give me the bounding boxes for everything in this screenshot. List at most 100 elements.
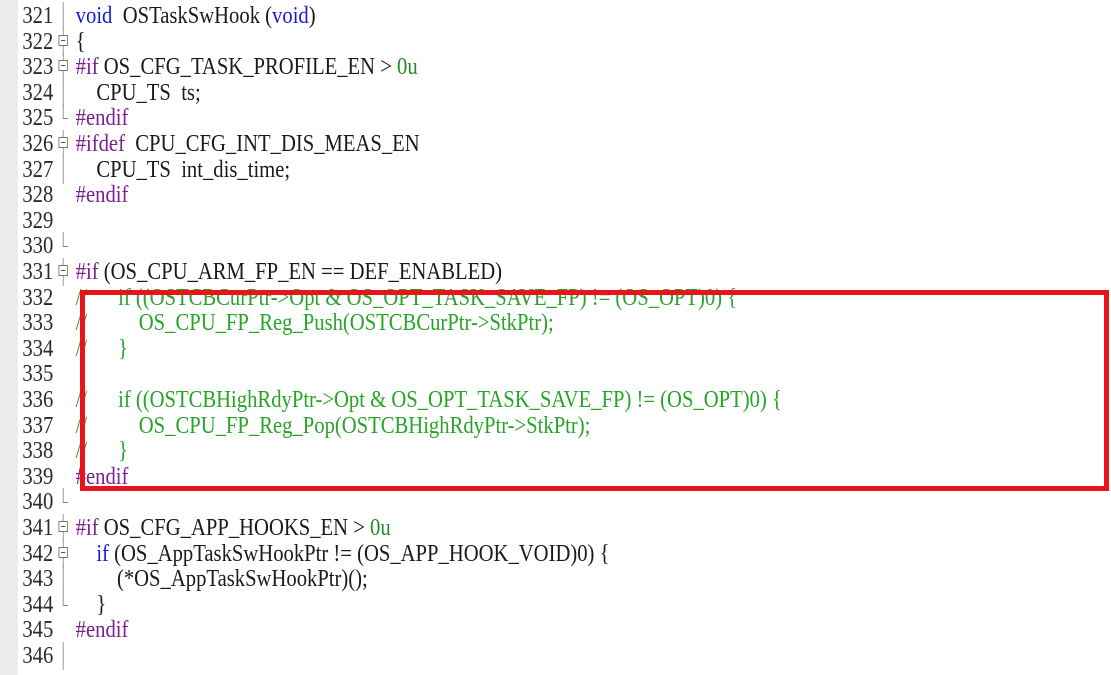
fold-guide bbox=[57, 590, 74, 619]
fold-toggle-icon[interactable] bbox=[57, 539, 74, 568]
line-number: 341 bbox=[22, 515, 54, 541]
code-text: // OS_CPU_FP_Reg_Push(OSTCBCurPtr->StkPt… bbox=[76, 309, 554, 337]
code-editor[interactable]: 321 void OSTaskSwHook (void) 322 {323 #if OS… bbox=[0, 0, 1111, 675]
line-number: 343 bbox=[22, 566, 54, 593]
code-line[interactable]: 332 // if ((OSTCBCurPtr->Opt & OS_OPT_TAS… bbox=[0, 284, 955, 312]
line-number: 345 bbox=[22, 617, 54, 644]
code-token: OSTaskSwHook bbox=[112, 3, 266, 29]
code-text: #endif bbox=[76, 104, 129, 132]
line-number: 333 bbox=[22, 310, 54, 337]
code-text: // } bbox=[76, 437, 128, 465]
code-token: (OS_AppTaskSwHookPtr != (OS_APP_HOOK_VOI… bbox=[108, 540, 610, 567]
line-number: 332 bbox=[22, 284, 54, 311]
code-token: // OS_CPU_FP_Reg_Pop(OSTCBHighRdyPtr->St… bbox=[75, 412, 591, 439]
code-line[interactable]: 346 bbox=[0, 642, 955, 670]
code-token: #ifdef bbox=[75, 131, 125, 157]
code-line[interactable]: 344 } bbox=[0, 590, 955, 619]
code-line[interactable]: 337 // OS_CPU_FP_Reg_Pop(OSTCBHighRdyPtr-… bbox=[0, 412, 955, 440]
code-text: if (OS_AppTaskSwHookPtr != (OS_APP_HOOK_… bbox=[76, 540, 610, 568]
code-token: 0u bbox=[397, 54, 418, 81]
fold-toggle-icon[interactable] bbox=[57, 53, 74, 82]
code-token: CPU_TS ts; bbox=[75, 79, 201, 106]
line-number: 323 bbox=[22, 54, 54, 81]
fold-guide bbox=[57, 104, 74, 132]
code-token: void bbox=[75, 3, 113, 29]
code-token: OS_CFG_TASK_PROFILE_EN > bbox=[98, 54, 398, 81]
fold-guide bbox=[57, 309, 74, 337]
code-line[interactable]: 333 // OS_CPU_FP_Reg_Push(OSTCBCurPtr->St… bbox=[0, 309, 955, 337]
code-line[interactable]: 335 bbox=[0, 360, 955, 388]
line-number: 338 bbox=[22, 438, 54, 465]
code-line[interactable]: 327 CPU_TS int_dis_time; bbox=[0, 155, 955, 184]
fold-toggle-icon[interactable] bbox=[57, 130, 74, 158]
fold-toggle-icon[interactable] bbox=[57, 27, 74, 56]
fold-toggle-icon[interactable] bbox=[57, 258, 74, 286]
line-number: 331 bbox=[22, 259, 54, 285]
code-line[interactable]: 343 (*OS_AppTaskSwHookPtr)(); bbox=[0, 565, 955, 594]
line-number: 334 bbox=[22, 335, 54, 362]
code-token: // } bbox=[75, 438, 129, 465]
code-text: // OS_CPU_FP_Reg_Pop(OSTCBHighRdyPtr->St… bbox=[76, 412, 591, 440]
fold-guide bbox=[57, 232, 74, 260]
line-number: 344 bbox=[22, 591, 54, 618]
code-token: } bbox=[75, 591, 107, 618]
code-line[interactable]: 328 #endif bbox=[0, 181, 955, 209]
line-number: 325 bbox=[22, 105, 54, 132]
code-token: #endif bbox=[75, 182, 129, 209]
code-line[interactable]: 336 // if ((OSTCBHighRdyPtr->Opt & OS_OPT… bbox=[0, 386, 955, 414]
fold-guide bbox=[57, 155, 74, 184]
fold-toggle-icon[interactable] bbox=[57, 514, 74, 542]
code-token: #endif bbox=[75, 617, 129, 644]
fold-guide bbox=[57, 412, 74, 440]
fold-guide bbox=[57, 181, 74, 209]
code-line[interactable]: 338 // } bbox=[0, 437, 955, 465]
fold-guide bbox=[57, 360, 74, 388]
code-text: } bbox=[75, 591, 107, 619]
code-line[interactable]: 326 #ifdef CPU_CFG_INT_DIS_MEAS_EN bbox=[0, 130, 955, 158]
code-token: #if bbox=[75, 259, 99, 285]
fold-guide bbox=[57, 642, 74, 670]
code-token: #endif bbox=[75, 463, 129, 490]
code-line[interactable]: 340 bbox=[0, 488, 955, 516]
code-line[interactable]: 331 #if (OS_CPU_ARM_FP_EN == DEF_ENABLED) bbox=[0, 258, 955, 286]
code-line[interactable]: 321 void OSTaskSwHook (void) bbox=[0, 2, 955, 30]
fold-guide bbox=[57, 488, 74, 516]
line-number: 322 bbox=[22, 28, 54, 55]
code-text: // if ((OSTCBCurPtr->Opt & OS_OPT_TASK_S… bbox=[76, 284, 737, 312]
code-token: (OS_CPU_ARM_FP_EN == DEF_ENABLED) bbox=[98, 259, 503, 285]
code-line[interactable]: 334 // } bbox=[0, 335, 955, 363]
line-number: 336 bbox=[22, 387, 54, 413]
code-line[interactable]: 324 CPU_TS ts; bbox=[0, 78, 955, 107]
code-token: ) bbox=[308, 3, 316, 29]
code-token: (*OS_AppTaskSwHookPtr)(); bbox=[75, 566, 368, 593]
line-number: 339 bbox=[22, 463, 54, 490]
code-token: // if ((OSTCBHighRdyPtr->Opt & OS_OPT_TA… bbox=[75, 387, 782, 413]
code-line[interactable]: 341 #if OS_CFG_APP_HOOKS_EN > 0u bbox=[0, 514, 955, 542]
code-text: CPU_TS int_dis_time; bbox=[76, 156, 290, 184]
code-line[interactable]: 342 if (OS_AppTaskSwHookPtr != (OS_APP_H… bbox=[0, 539, 955, 568]
fold-guide bbox=[57, 2, 74, 30]
code-text: #endif bbox=[76, 463, 129, 491]
fold-guide bbox=[57, 565, 74, 594]
code-token: 0u bbox=[370, 515, 391, 541]
code-line[interactable]: 345 #endif bbox=[0, 616, 955, 644]
line-number: 337 bbox=[22, 412, 54, 439]
code-text: #if (OS_CPU_ARM_FP_EN == DEF_ENABLED) bbox=[76, 258, 502, 286]
fold-guide bbox=[57, 437, 74, 465]
code-line[interactable]: 339 #endif bbox=[0, 463, 955, 491]
code-token: void bbox=[272, 3, 309, 29]
code-text: void OSTaskSwHook (void) bbox=[76, 2, 316, 30]
code-line[interactable]: 323 #if OS_CFG_TASK_PROFILE_EN > 0u bbox=[0, 53, 955, 82]
code-line[interactable]: 325 #endif bbox=[0, 104, 955, 132]
line-number: 327 bbox=[22, 156, 54, 183]
fold-guide bbox=[57, 207, 74, 235]
fold-guide bbox=[57, 386, 74, 414]
line-number: 340 bbox=[22, 489, 54, 516]
code-token: #endif bbox=[75, 105, 129, 132]
code-line[interactable]: 322 { bbox=[0, 27, 955, 56]
code-token: #if bbox=[75, 54, 99, 81]
code-line[interactable]: 329 bbox=[0, 207, 955, 235]
line-number: 324 bbox=[22, 79, 54, 106]
line-number: 342 bbox=[22, 540, 54, 567]
code-line[interactable]: 330 bbox=[0, 232, 955, 260]
